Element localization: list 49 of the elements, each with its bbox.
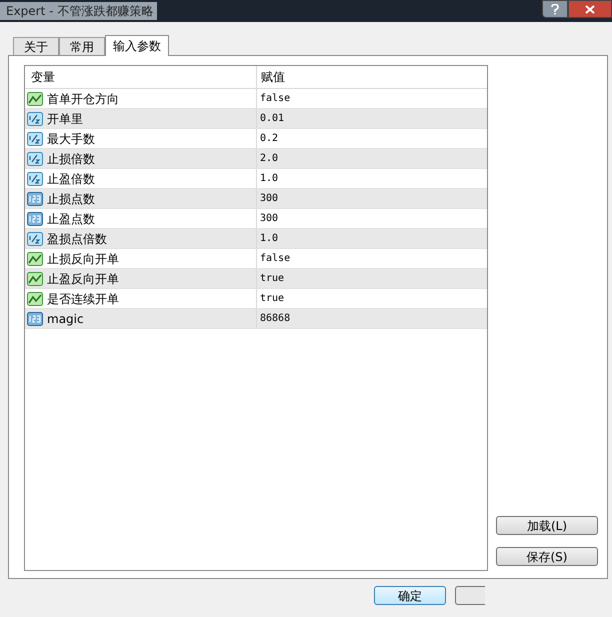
fraction-icon bbox=[27, 152, 43, 166]
number-icon bbox=[27, 192, 43, 206]
chart-icon bbox=[27, 292, 43, 306]
parameter-name: 首单开仓方向 bbox=[47, 90, 119, 108]
parameter-value: 86868 bbox=[260, 312, 290, 326]
column-header[interactable]: 变量 bbox=[25, 66, 257, 88]
parameter-name: 止盈倍数 bbox=[47, 170, 95, 188]
side-button[interactable]: 加载(L) bbox=[496, 516, 598, 535]
parameter-value: true bbox=[260, 292, 284, 306]
parameter-value: 300 bbox=[260, 212, 278, 226]
parameter-name: magic bbox=[47, 310, 84, 328]
parameter-value: true bbox=[260, 272, 284, 286]
fraction-icon bbox=[27, 132, 43, 146]
parameter-value: 0.2 bbox=[260, 132, 278, 146]
parameter-value: 300 bbox=[260, 192, 278, 206]
parameter-value: 2.0 bbox=[260, 152, 278, 166]
parameter-name: 止损反向开单 bbox=[47, 250, 119, 268]
tab[interactable]: 输入参数 bbox=[105, 35, 169, 56]
dialog-button[interactable] bbox=[455, 586, 485, 605]
window-title: Expert - 不管涨跌都赚策略 bbox=[0, 2, 158, 20]
number-icon bbox=[27, 312, 43, 326]
parameter-value: 0.01 bbox=[260, 112, 284, 126]
fraction-icon bbox=[27, 172, 43, 186]
tab[interactable]: 常用 bbox=[59, 37, 105, 55]
close-icon bbox=[585, 4, 595, 14]
tab[interactable]: 关于 bbox=[13, 37, 59, 55]
help-button[interactable] bbox=[542, 0, 568, 18]
parameter-value: 1.0 bbox=[260, 232, 278, 246]
parameter-name: 止盈点数 bbox=[47, 210, 95, 228]
parameter-name: 止损倍数 bbox=[47, 150, 95, 168]
parameter-name: 是否连续开单 bbox=[47, 290, 119, 308]
question-icon bbox=[551, 4, 559, 14]
parameter-value: false bbox=[260, 92, 290, 106]
parameter-name: 开单里 bbox=[47, 110, 83, 128]
chart-icon bbox=[27, 252, 43, 266]
parameter-name: 最大手数 bbox=[47, 130, 95, 148]
parameter-value: false bbox=[260, 252, 290, 266]
ok-button[interactable]: 确定 bbox=[374, 586, 446, 605]
fraction-icon bbox=[27, 232, 43, 246]
chart-icon bbox=[27, 92, 43, 106]
close-button[interactable] bbox=[568, 0, 612, 18]
fraction-icon bbox=[27, 112, 43, 126]
parameter-name: 止盈反向开单 bbox=[47, 270, 119, 288]
parameter-name: 止损点数 bbox=[47, 190, 95, 208]
parameter-name: 盈损点倍数 bbox=[47, 230, 107, 248]
side-button[interactable]: 保存(S) bbox=[496, 547, 598, 566]
parameter-value: 1.0 bbox=[260, 172, 278, 186]
chart-icon bbox=[27, 272, 43, 286]
column-header[interactable]: 赋值 bbox=[257, 66, 487, 88]
